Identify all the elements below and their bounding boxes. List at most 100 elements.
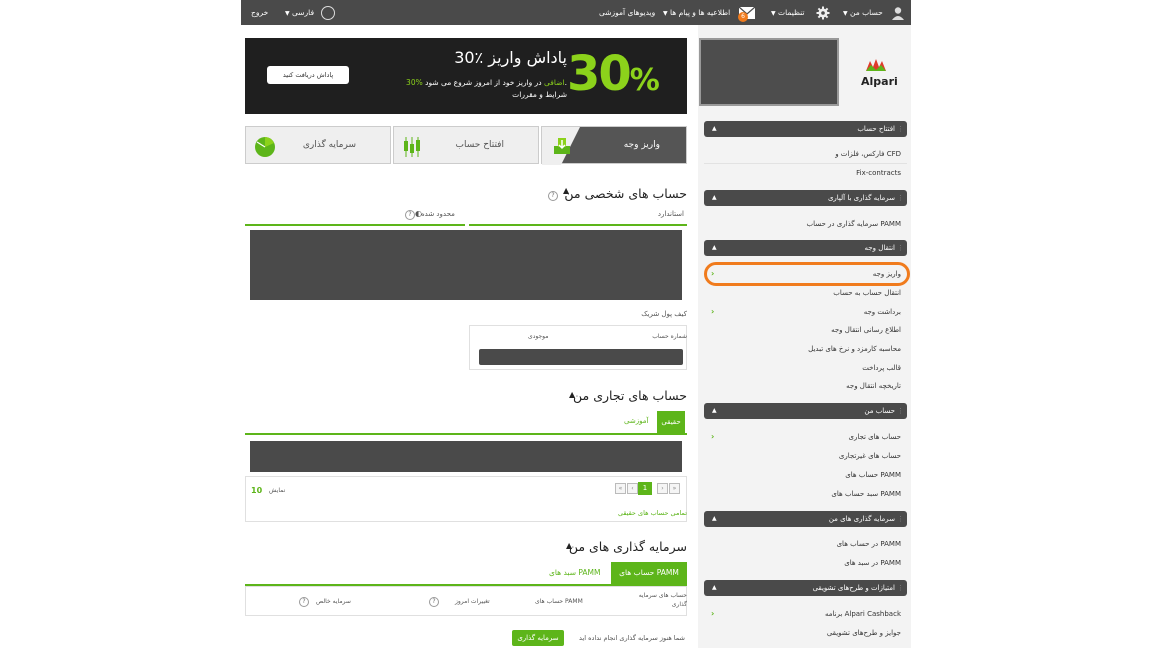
language-selector[interactable]: ▼ فارسی xyxy=(285,0,314,25)
gear-icon[interactable] xyxy=(816,0,830,25)
sidebar-section-my-investments[interactable]: ▲ سرمایه گذاری های من ⋮ xyxy=(704,511,907,527)
per-page-value[interactable]: 10 xyxy=(251,486,262,495)
my-account-label: حساب من xyxy=(850,8,883,17)
tab-underline-limited xyxy=(245,224,465,226)
sidebar-item-promotions[interactable]: جوایز و طرح‌های تشویقی xyxy=(827,629,901,637)
col-net-investment: سرمایه خالص xyxy=(316,598,351,605)
next-page-button[interactable]: › xyxy=(657,483,668,494)
my-account-menu[interactable]: ▼ حساب من xyxy=(843,0,883,25)
help-icon[interactable]: ? xyxy=(548,191,558,201)
sidebar-item-fee-calculator[interactable]: محاسبه کارمزد و نرخ های تبدیل xyxy=(808,345,901,353)
tab-pamm-portfolios[interactable]: سبد های PAMM xyxy=(549,568,600,577)
tile-open-account[interactable]: افتتاح حساب xyxy=(393,126,539,164)
logout-link[interactable]: خروج xyxy=(251,0,268,25)
sidebar-item-forex[interactable]: فارکس، فلزات و CFD xyxy=(835,150,901,158)
trading-accounts-title[interactable]: حساب های تجاری من xyxy=(573,388,687,403)
section-title-text: حساب های تجاری من xyxy=(573,388,687,403)
banner-line1: 30% اضافی در واریز خود از امروز شروع می … xyxy=(406,78,567,87)
language-label: فارسی xyxy=(292,8,315,17)
alpari-logo: Alpari xyxy=(861,75,898,88)
sidebar-item-withdraw[interactable]: برداشت وجه xyxy=(864,308,901,316)
tile-invest[interactable]: سرمایه گذاری xyxy=(245,126,391,164)
highlight-ring xyxy=(704,262,910,286)
invest-button[interactable]: سرمایه گذاری xyxy=(512,630,564,646)
help-icon[interactable]: ? xyxy=(429,597,439,607)
sidebar-item-fix-contracts[interactable]: Fix-contracts xyxy=(856,169,901,177)
wallet-col-balance: موجودی xyxy=(528,333,549,340)
sidebar-section-transfers[interactable]: ▲ انتقال وجه ⋮ xyxy=(704,240,907,256)
tile-label: سرمایه گذاری xyxy=(302,140,356,150)
sidebar-item-invest-pamm[interactable]: سرمایه گذاری در حساب PAMM xyxy=(807,220,901,228)
triangle-up-icon[interactable]: ▲ xyxy=(569,390,575,399)
sidebar-item-transfer-history[interactable]: تاریخچه انتقال وجه xyxy=(846,382,901,390)
triangle-up-icon: ▲ xyxy=(712,125,717,132)
col-limited[interactable]: محدود شده xyxy=(421,210,455,218)
help-icon[interactable]: ? xyxy=(299,597,309,607)
app-window: خروج ▼ فارسی ویدیوهای آموزشی ▼ اطلاعیه ه… xyxy=(241,0,911,648)
personal-accounts-table xyxy=(250,230,682,300)
grip-icon: ⋮ xyxy=(897,515,904,523)
sidebar-item-pamm-portfolios[interactable]: سبد حساب های PAMM xyxy=(831,490,901,498)
grip-icon: ⋮ xyxy=(897,407,904,415)
triangle-up-icon[interactable]: ▲ xyxy=(563,186,569,195)
section-title-text: حساب های شخصی من xyxy=(564,186,687,201)
grip-icon: ⋮ xyxy=(897,125,904,133)
banner-big-number: 30% xyxy=(567,46,660,102)
col-pamm-account: حساب های PAMM xyxy=(535,598,583,605)
sidebar-item-pamm-accounts[interactable]: حساب های PAMM xyxy=(845,471,901,479)
tile-label: واریز وجه xyxy=(623,140,660,150)
col-today-change: تغییرات امروز xyxy=(455,598,490,605)
sidebar-item-trading-accounts[interactable]: حساب های تجاری xyxy=(848,433,901,441)
sidebar-section-bonuses[interactable]: ▲ امتیازات و طرح‌های تشویقی ⋮ xyxy=(704,580,907,596)
globe-icon[interactable] xyxy=(321,0,335,25)
last-page-button[interactable]: » xyxy=(669,483,680,494)
personal-accounts-title[interactable]: حساب های شخصی من xyxy=(564,186,687,201)
settings-menu[interactable]: ▼ تنظیمات xyxy=(771,0,804,25)
sidebar-item-cashback[interactable]: برنامه Alpari Cashback xyxy=(825,610,901,618)
section-label: سرمایه گذاری با آلپاری xyxy=(827,194,895,202)
user-icon[interactable] xyxy=(891,0,905,25)
sidebar-item-in-pamm-accounts[interactable]: در حساب های PAMM xyxy=(837,540,901,548)
promo-banner[interactable]: 30% 30٪ پاداش واریز 30% اضافی در واریز خ… xyxy=(245,38,687,114)
grip-icon: ⋮ xyxy=(897,584,904,592)
sidebar xyxy=(698,25,911,648)
help-icon[interactable]: ? xyxy=(405,210,415,220)
tile-deposit[interactable]: واریز وجه xyxy=(541,126,687,165)
sidebar-item-internal-transfer[interactable]: انتقال حساب به حساب xyxy=(833,289,901,297)
get-bonus-button[interactable]: پاداش دریافت کنید xyxy=(267,66,349,84)
sidebar-section-invest-alpari[interactable]: ▲ سرمایه گذاری با آلپاری ⋮ xyxy=(704,190,907,206)
tab-pamm-accounts[interactable]: حساب های PAMM xyxy=(611,562,687,584)
videos-link[interactable]: ویدیوهای آموزشی xyxy=(599,0,655,25)
triangle-up-icon[interactable]: ▲ xyxy=(566,541,572,550)
trading-accounts-table xyxy=(250,441,682,472)
notifications-menu[interactable]: ▼ اطلاعیه ها و پیام ها xyxy=(663,0,730,25)
trading-tab-line xyxy=(245,433,687,435)
section-label: افتتاح حساب xyxy=(857,125,895,133)
candles-icon xyxy=(402,136,422,157)
sidebar-item-nontrading-accounts[interactable]: حساب های غیرتجاری xyxy=(839,452,901,460)
settings-label: تنظیمات xyxy=(778,8,805,17)
sidebar-section-open-account[interactable]: ▲ افتتاح حساب ⋮ xyxy=(704,121,907,137)
tab-real[interactable]: حقیقی xyxy=(657,411,685,433)
triangle-up-icon: ▲ xyxy=(712,407,717,414)
sidebar-section-my-account[interactable]: ▲ حساب من ⋮ xyxy=(704,403,907,419)
chevron-right-icon: › xyxy=(711,609,715,618)
investments-title[interactable]: سرمایه گذاری های من xyxy=(569,539,687,554)
per-page-label: نمایش xyxy=(269,487,286,494)
prev-page-button[interactable]: ‹ xyxy=(627,483,638,494)
sidebar-item-transfer-notice[interactable]: اطلاع رسانی انتقال وجه xyxy=(831,326,901,334)
all-real-accounts-link[interactable]: تمامی حساب های حقیقی xyxy=(618,509,687,517)
first-page-button[interactable]: « xyxy=(615,483,626,494)
deposit-icon xyxy=(552,136,572,156)
banner-terms-link[interactable]: شرایط و مقررات xyxy=(512,90,567,99)
lock-icon: ◐ xyxy=(415,209,422,218)
tab-demo[interactable]: آموزشی xyxy=(624,417,648,425)
sidebar-item-in-pamm-portfolios[interactable]: در سبد های PAMM xyxy=(844,559,901,567)
col-standard[interactable]: استاندارد xyxy=(658,210,684,218)
sidebar-item-payment-template[interactable]: قالب پرداخت xyxy=(862,364,901,372)
partner-wallet-title: کیف پول شریک xyxy=(641,310,687,318)
section-title-text: سرمایه گذاری های من xyxy=(568,539,687,554)
current-page[interactable]: 1 xyxy=(638,482,652,495)
alpari-logo-icon xyxy=(866,59,886,71)
col-investment-accounts: حساب های سرمایه گذاری xyxy=(638,592,687,608)
